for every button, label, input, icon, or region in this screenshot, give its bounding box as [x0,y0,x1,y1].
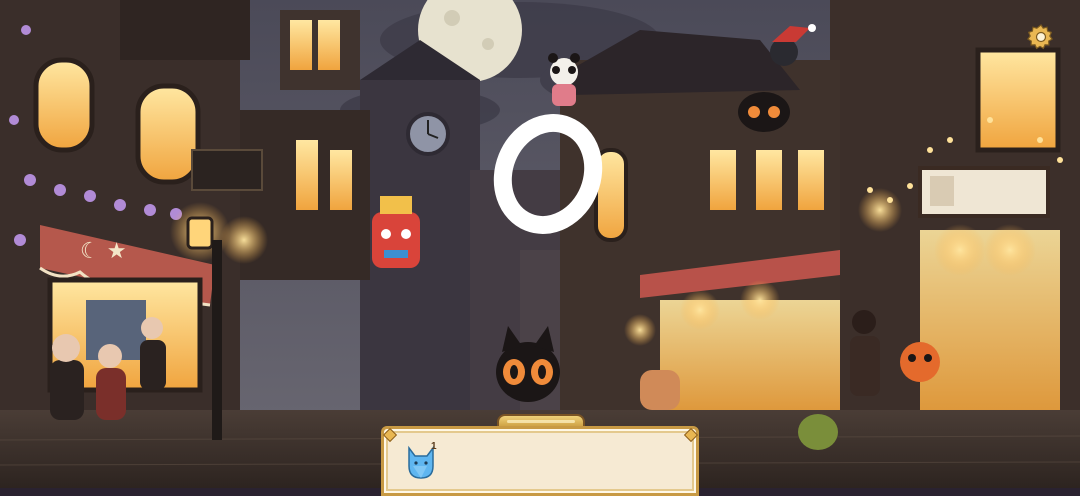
orange-creature[interactable] [900,342,940,382]
rooftop-black-cat[interactable] [738,92,790,132]
street-lamp-post [212,240,222,440]
svg-text:☾ ★: ☾ ★ [80,239,126,264]
settings-gear-button[interactable] [1026,22,1056,52]
inventory-tray [381,414,699,496]
inventory-item-count: 1 [431,441,437,452]
green-plant-monster[interactable] [798,414,838,450]
panda-rooftop[interactable] [548,53,580,106]
gear-icon [1027,24,1053,50]
